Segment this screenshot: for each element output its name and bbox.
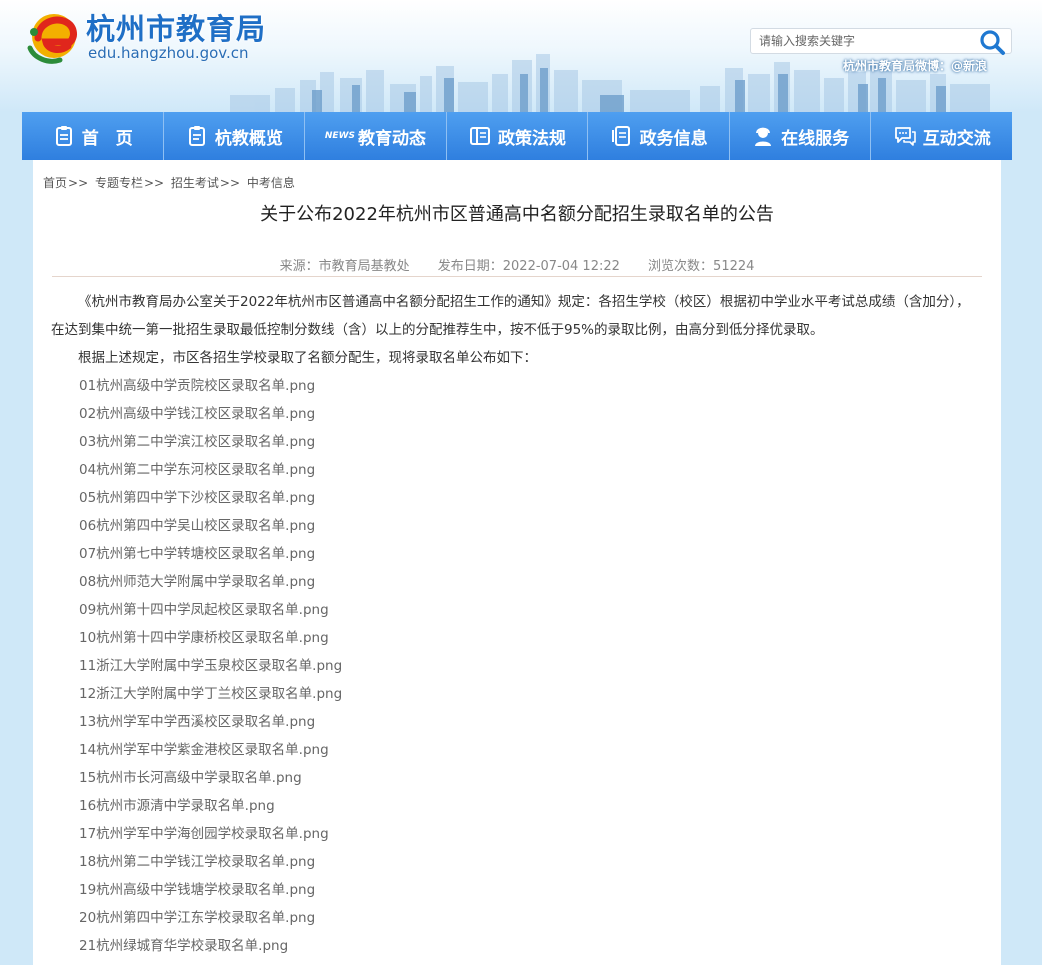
site-title: 杭州市教育局 xyxy=(86,12,267,46)
list-item: 09杭州第十四中学凤起校区录取名单.png xyxy=(51,596,981,624)
list-item: 11浙江大学附属中学玉泉校区录取名单.png xyxy=(51,652,981,680)
breadcrumb-separator: >> xyxy=(219,176,241,190)
breadcrumb-separator: >> xyxy=(143,176,165,190)
nav-interaction[interactable]: 互动交流 xyxy=(871,112,1012,160)
attachment-link[interactable]: 19杭州高级中学钱塘学校录取名单.png xyxy=(79,882,315,898)
list-item: 18杭州第二中学钱江学校录取名单.png xyxy=(51,848,981,876)
list-item: 05杭州第四中学下沙校区录取名单.png xyxy=(51,484,981,512)
list-item: 15杭州市长河高级中学录取名单.png xyxy=(51,764,981,792)
attachment-link[interactable]: 16杭州市源清中学录取名单.png xyxy=(79,798,275,814)
attachment-link[interactable]: 12浙江大学附属中学丁兰校区录取名单.png xyxy=(79,686,342,702)
nav-label: 政务信息 xyxy=(639,128,708,149)
list-item: 10杭州第十四中学康桥校区录取名单.png xyxy=(51,624,981,652)
article-body: 《杭州市教育局办公室关于2022年杭州市区普通高中名额分配招生工作的通知》规定：… xyxy=(51,288,981,960)
list-item: 21杭州绿城育华学校录取名单.png xyxy=(51,932,981,960)
attachment-link[interactable]: 03杭州第二中学滨江校区录取名单.png xyxy=(79,434,315,450)
news-icon: NEWS xyxy=(324,131,355,141)
list-item: 17杭州学军中学海创园学校录取名单.png xyxy=(51,820,981,848)
content-panel: 首页>> 专题专栏>> 招生考试>> 中考信息 关于公布2022年杭州市区普通高… xyxy=(33,160,1001,965)
article-date: 发布日期：2022-07-04 12:22 xyxy=(437,259,620,274)
article-paragraph: 根据上述规定，市区各招生学校录取了名额分配生，现将录取名单公布如下： xyxy=(78,350,537,366)
attachment-link[interactable]: 09杭州第十四中学凤起校区录取名单.png xyxy=(79,602,329,618)
attachment-link[interactable]: 10杭州第十四中学康桥校区录取名单.png xyxy=(79,630,329,646)
list-item: 19杭州高级中学钱塘学校录取名单.png xyxy=(51,876,981,904)
breadcrumb-zhongkao[interactable]: 中考信息 xyxy=(247,176,295,190)
attachment-link[interactable]: 17杭州学军中学海创园学校录取名单.png xyxy=(79,826,329,842)
weibo-link[interactable]: 杭州市教育局微博：@新浪 xyxy=(843,57,987,74)
attachment-link[interactable]: 13杭州学军中学西溪校区录取名单.png xyxy=(79,714,315,730)
attachment-link[interactable]: 07杭州第七中学转塘校区录取名单.png xyxy=(79,546,315,562)
nav-label: 杭教概览 xyxy=(214,128,283,149)
breadcrumb-admission[interactable]: 招生考试 xyxy=(171,176,219,190)
user-service-icon xyxy=(755,127,772,146)
breadcrumb: 首页>> 专题专栏>> 招生考试>> 中考信息 xyxy=(43,174,295,191)
list-item: 14杭州学军中学紫金港校区录取名单.png xyxy=(51,736,981,764)
nav-gov-info[interactable]: 政务信息 xyxy=(588,112,730,160)
article-source: 来源：市教育局基教处 xyxy=(279,259,410,274)
attachment-link[interactable]: 18杭州第二中学钱江学校录取名单.png xyxy=(79,854,315,870)
page-title: 关于公布2022年杭州市区普通高中名额分配招生录取名单的公告 xyxy=(260,204,774,225)
attachment-link[interactable]: 04杭州第二中学东河校区录取名单.png xyxy=(79,462,315,478)
nav-label: 首 页 xyxy=(81,128,133,149)
site-domain: edu.hangzhou.gov.cn xyxy=(88,44,249,62)
list-item: 08杭州师范大学附属中学录取名单.png xyxy=(51,568,981,596)
attachment-link[interactable]: 06杭州第四中学吴山校区录取名单.png xyxy=(79,518,315,534)
list-item: 07杭州第七中学转塘校区录取名单.png xyxy=(51,540,981,568)
attachment-list: 01杭州高级中学贡院校区录取名单.png 02杭州高级中学钱江校区录取名单.pn… xyxy=(51,372,981,960)
chat-icon xyxy=(894,127,916,146)
list-item: 04杭州第二中学东河校区录取名单.png xyxy=(51,456,981,484)
breadcrumb-separator: >> xyxy=(68,176,89,190)
logo-mark-icon xyxy=(27,14,77,64)
attachment-link[interactable]: 15杭州市长河高级中学录取名单.png xyxy=(79,770,302,786)
breadcrumb-special[interactable]: 专题专栏 xyxy=(95,176,143,190)
attachment-link[interactable]: 21杭州绿城育华学校录取名单.png xyxy=(79,938,288,954)
nav-label: 互动交流 xyxy=(922,128,991,149)
search-input[interactable] xyxy=(751,29,971,53)
document-icon xyxy=(188,126,205,146)
breadcrumb-home[interactable]: 首页 xyxy=(43,176,67,190)
nav-online-service[interactable]: 在线服务 xyxy=(730,112,872,160)
attachment-link[interactable]: 08杭州师范大学附属中学录取名单.png xyxy=(79,574,315,590)
list-icon xyxy=(611,126,630,146)
nav-overview[interactable]: 杭教概览 xyxy=(164,112,306,160)
nav-news[interactable]: NEWS 教育动态 xyxy=(305,112,447,160)
attachment-link[interactable]: 05杭州第四中学下沙校区录取名单.png xyxy=(79,490,315,506)
home-icon xyxy=(55,126,72,146)
list-item: 03杭州第二中学滨江校区录取名单.png xyxy=(51,428,981,456)
list-item: 12浙江大学附属中学丁兰校区录取名单.png xyxy=(51,680,981,708)
nav-label: 在线服务 xyxy=(781,128,850,149)
article-paragraph: 《杭州市教育局办公室关于2022年杭州市区普通高中名额分配招生工作的通知》规定：… xyxy=(51,294,970,338)
nav-label: 教育动态 xyxy=(357,128,426,149)
attachment-link[interactable]: 20杭州第四中学江东学校录取名单.png xyxy=(79,910,315,926)
attachment-link[interactable]: 02杭州高级中学钱江校区录取名单.png xyxy=(79,406,315,422)
site-header: 杭州市教育局 edu.hangzhou.gov.cn 杭州市教育局微博：@新浪 xyxy=(0,0,1042,112)
attachment-link[interactable]: 01杭州高级中学贡院校区录取名单.png xyxy=(79,378,315,394)
nav-home[interactable]: 首 页 xyxy=(22,112,164,160)
main-nav: 首 页 杭教概览 NEWS 教育动态 政策法规 政务信息 在线服务 互动交流 xyxy=(22,112,1012,160)
search-icon[interactable] xyxy=(973,27,1009,57)
list-item: 01杭州高级中学贡院校区录取名单.png xyxy=(51,372,981,400)
list-item: 16杭州市源清中学录取名单.png xyxy=(51,792,981,820)
attachment-link[interactable]: 14杭州学军中学紫金港校区录取名单.png xyxy=(79,742,329,758)
book-icon xyxy=(470,127,491,145)
nav-label: 政策法规 xyxy=(498,128,567,149)
list-item: 13杭州学军中学西溪校区录取名单.png xyxy=(51,708,981,736)
list-item: 20杭州第四中学江东学校录取名单.png xyxy=(51,904,981,932)
divider xyxy=(52,276,982,277)
list-item: 06杭州第四中学吴山校区录取名单.png xyxy=(51,512,981,540)
article-views: 浏览次数：51224 xyxy=(648,259,755,274)
list-item: 02杭州高级中学钱江校区录取名单.png xyxy=(51,400,981,428)
nav-policy[interactable]: 政策法规 xyxy=(447,112,589,160)
article-meta: 来源：市教育局基教处 发布日期：2022-07-04 12:22 浏览次数：51… xyxy=(33,255,1001,274)
attachment-link[interactable]: 11浙江大学附属中学玉泉校区录取名单.png xyxy=(79,658,342,674)
search-box xyxy=(750,27,1012,57)
